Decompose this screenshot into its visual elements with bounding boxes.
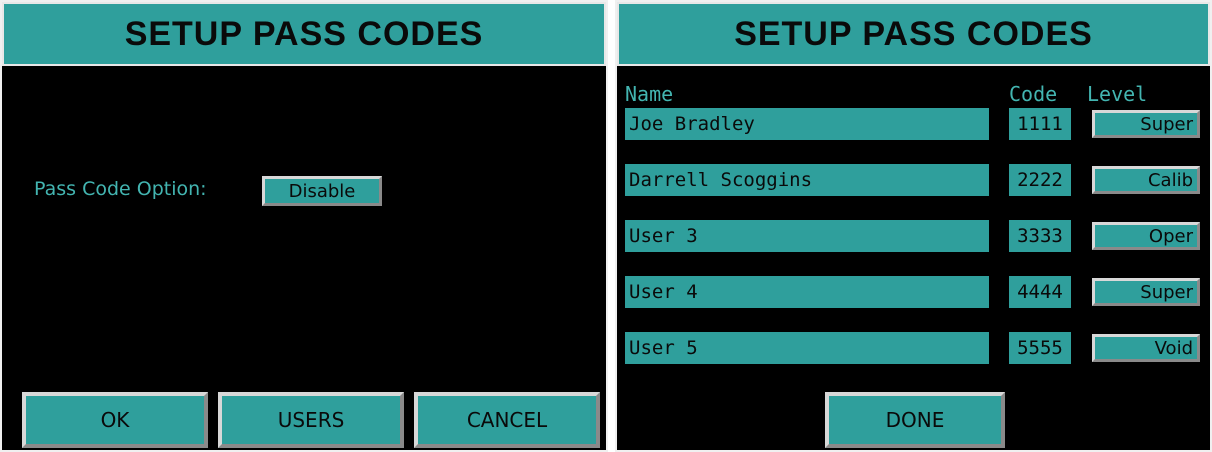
users-pass-codes-panel: SETUP PASS CODES Name Code Level Joe Bra… [615,0,1212,452]
user-code-field[interactable]: 2222 [1009,164,1071,196]
user-name-field[interactable]: Joe Bradley [625,108,989,140]
title-bar: SETUP PASS CODES [617,2,1210,66]
users-button[interactable]: USERS [218,392,404,448]
user-name-field[interactable]: Darrell Scoggins [625,164,989,196]
level-column-header: Level [1087,82,1148,106]
user-level-button[interactable]: Void [1092,334,1200,362]
user-level-button[interactable]: Super [1092,278,1200,306]
user-name-field[interactable]: User 5 [625,332,989,364]
user-level-button[interactable]: Oper [1092,222,1200,250]
user-code-field[interactable]: 5555 [1009,332,1071,364]
user-level-button[interactable]: Calib [1092,166,1200,194]
user-code-field[interactable]: 1111 [1009,108,1071,140]
name-column-header: Name [625,82,674,106]
pass-code-option-button[interactable]: Disable [262,176,382,206]
page-title: SETUP PASS CODES [124,14,484,53]
pass-code-option-label: Pass Code Option: [34,178,207,200]
cancel-button[interactable]: CANCEL [414,392,600,448]
code-column-header: Code [1009,82,1058,106]
user-name-field[interactable]: User 4 [625,276,989,308]
ok-button[interactable]: OK [22,392,208,448]
user-name-field[interactable]: User 3 [625,220,989,252]
setup-pass-codes-panel: SETUP PASS CODES Pass Code Option: Disab… [0,0,608,452]
title-bar: SETUP PASS CODES [2,2,606,66]
user-code-field[interactable]: 4444 [1009,276,1071,308]
page-title: SETUP PASS CODES [734,14,1093,53]
user-level-button[interactable]: Super [1092,110,1200,138]
user-code-field[interactable]: 3333 [1009,220,1071,252]
done-button[interactable]: DONE [825,392,1005,448]
